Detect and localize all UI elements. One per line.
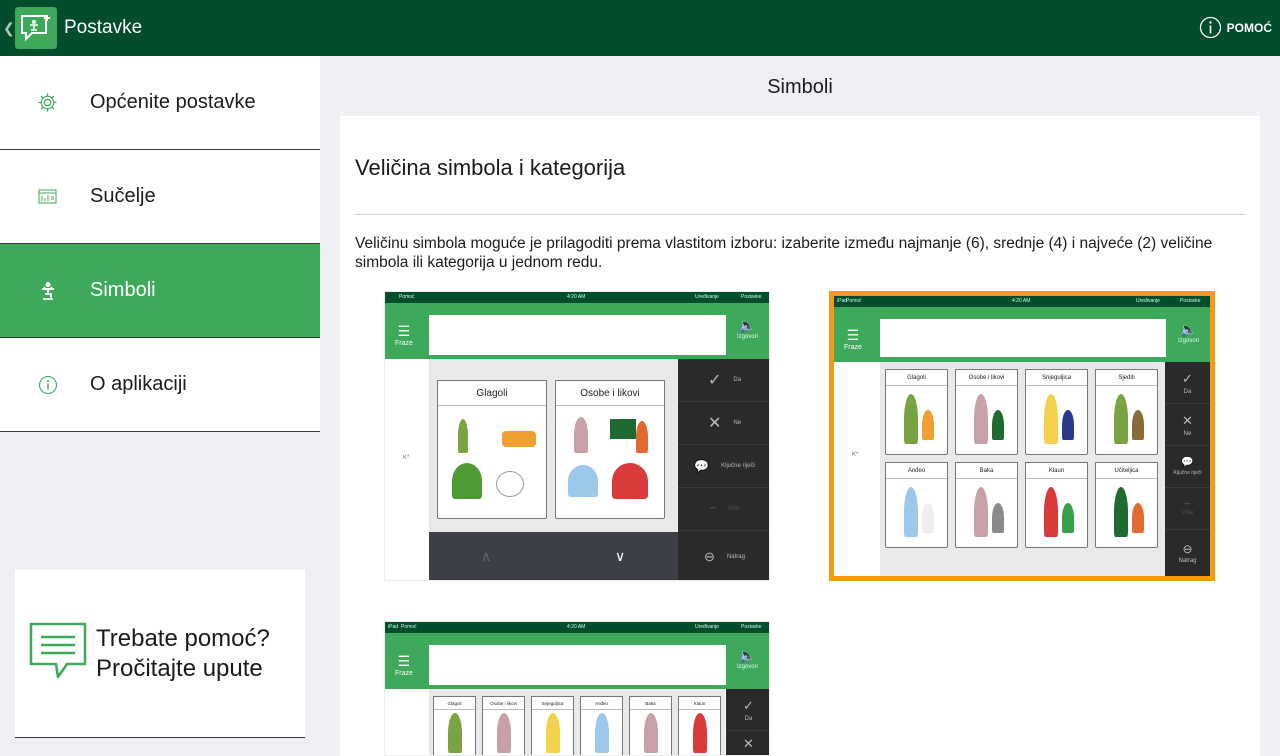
help-card[interactable]: Trebate pomoć? Pročitajte upute xyxy=(15,570,305,738)
preview-tile: Učiteljica xyxy=(1095,462,1158,548)
interface-icon xyxy=(38,189,57,204)
preview-toolbar: ☰ Fraze 🔈 Izgovori xyxy=(834,307,1210,362)
preview-tile: Glagoli xyxy=(433,696,476,755)
speaker-icon: 🔈 xyxy=(738,647,757,663)
preview-tile: Osobe i likovi xyxy=(482,696,525,755)
preview-message-box xyxy=(429,645,726,685)
size-option-large[interactable]: Pomoć 4:20 AM Uređivanje Postavke ☰ Fraze… xyxy=(384,291,770,581)
speaker-icon: 🔈 xyxy=(738,317,757,333)
info-icon xyxy=(1199,16,1221,39)
preview-message-box xyxy=(880,319,1166,357)
speech-bubble-icon xyxy=(29,622,87,679)
page-title: Simboli xyxy=(767,76,833,98)
preview-tile: Anđeo xyxy=(885,462,948,548)
preview-tile: Baka xyxy=(629,696,672,755)
help-button[interactable]: POMOĆ xyxy=(1199,16,1272,39)
preview-status-bar: iPad Pomoć 4:20 AM Uređivanje Postavke xyxy=(834,296,1210,307)
preview-toolbar: ☰ Fraze 🔈 Izgovori xyxy=(385,303,769,359)
sidebar-item-label: O aplikaciji xyxy=(90,373,187,395)
preview-tile: Klaun xyxy=(1025,462,1088,548)
app-title: Postavke xyxy=(64,17,143,38)
preview-message-box xyxy=(429,315,726,355)
main-content: Simboli Veličina simbola i kategorija Ve… xyxy=(320,56,1280,756)
preview-tile: Klaun xyxy=(678,696,721,755)
gear-icon xyxy=(38,93,57,112)
sidebar: Općenite postavke Sučelje Simboli O apli… xyxy=(0,56,320,752)
sidebar-item-label: Općenite postavke xyxy=(90,91,256,113)
preview-tile: Sjediti xyxy=(1095,369,1158,455)
size-option-small[interactable]: iPad Pomoć 4:20 AM Uređivanje Postavke ☰… xyxy=(384,621,770,756)
speaker-icon: 🔈 xyxy=(1179,321,1198,337)
preview-status-bar: Pomoć 4:20 AM Uređivanje Postavke xyxy=(385,292,769,303)
sidebar-item-label: Sučelje xyxy=(90,185,156,207)
sidebar-item-about[interactable]: O aplikaciji xyxy=(0,338,320,432)
help-card-line1: Trebate pomoć? xyxy=(96,624,270,652)
sidebar-item-general[interactable]: Općenite postavke xyxy=(0,56,320,150)
section-description: Veličinu simbola moguće je prilagoditi p… xyxy=(355,235,1213,271)
preview-tile: Snjeguljica xyxy=(531,696,574,755)
app-bar: ❮ Postavke POMOĆ xyxy=(0,0,1280,56)
preview-tile: Snjeguljica xyxy=(1025,369,1088,455)
preview-tile: Osobe i likovi xyxy=(955,369,1018,455)
sidebar-item-label: Simboli xyxy=(90,279,156,301)
section-title: Veličina simbola i kategorija xyxy=(355,155,626,180)
sidebar-item-symbols[interactable]: Simboli xyxy=(0,244,320,338)
preview-status-bar: iPad Pomoć 4:20 AM Uređivanje Postavke xyxy=(385,622,769,633)
app-logo-icon[interactable] xyxy=(15,7,57,49)
divider xyxy=(355,214,1245,215)
symbol-icon xyxy=(41,281,54,300)
sidebar-item-interface[interactable]: Sučelje xyxy=(0,150,320,244)
preview-toolbar: ☰ Fraze 🔈 Izgovori xyxy=(385,633,769,689)
preview-tile: Glagoli xyxy=(885,369,948,455)
help-card-line2: Pročitajte upute xyxy=(96,654,263,682)
preview-tile: Anđeo xyxy=(580,696,623,755)
settings-card: Veličina simbola i kategorija Veličinu s… xyxy=(340,116,1260,756)
preview-tile: Baka xyxy=(955,462,1018,548)
size-option-medium[interactable]: iPad Pomoć 4:20 AM Uređivanje Postavke ☰… xyxy=(829,291,1215,581)
help-label: POMOĆ xyxy=(1226,20,1272,35)
back-chevron-icon[interactable]: ❮ xyxy=(3,20,15,37)
info-icon xyxy=(38,375,57,394)
